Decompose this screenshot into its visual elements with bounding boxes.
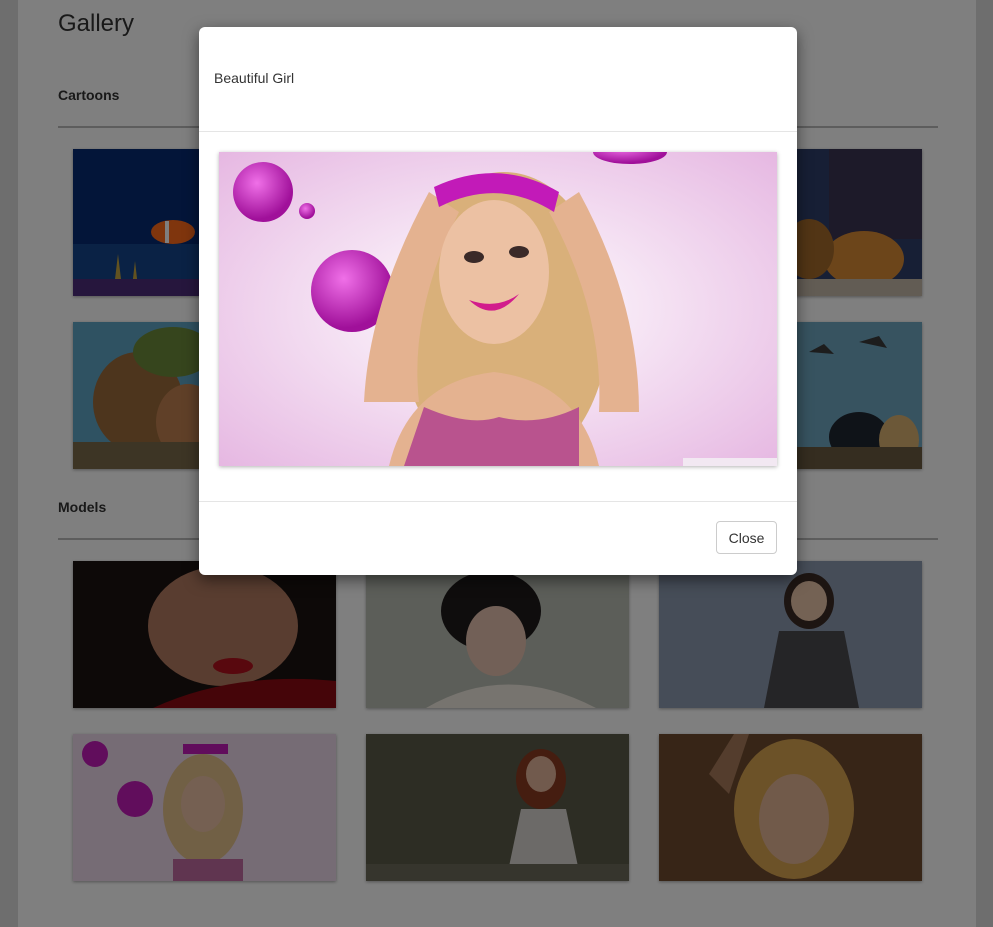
modal-body: [199, 132, 797, 502]
modal-title: Beautiful Girl: [214, 70, 295, 86]
modal-header: Beautiful Girl: [199, 27, 797, 132]
image-preview-modal: Beautiful Girl Close: [199, 27, 797, 575]
modal-preview-image: [219, 152, 777, 466]
close-button[interactable]: Close: [716, 521, 777, 554]
